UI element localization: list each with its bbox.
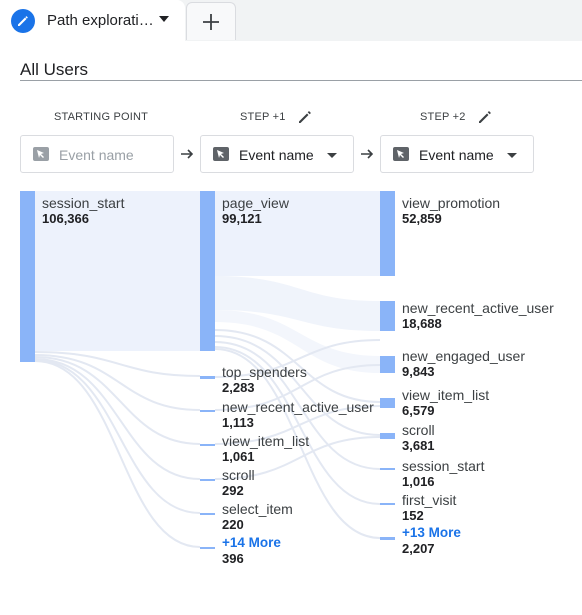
node-label: view_promotion (402, 195, 501, 211)
node-bar[interactable] (380, 468, 395, 470)
node-value: 18,688 (402, 316, 442, 331)
node-value: 9,843 (402, 364, 435, 379)
node-value: 3,681 (402, 438, 435, 453)
node-label: new_recent_active_user (222, 399, 374, 415)
node-value: 152 (402, 508, 424, 523)
node-value: 396 (222, 551, 244, 566)
node-bar[interactable] (200, 410, 215, 412)
node-value: 1,016 (402, 474, 435, 489)
node-value: 292 (222, 483, 244, 498)
node-label: scroll (402, 422, 435, 438)
node-bar[interactable] (380, 503, 395, 505)
node-label: view_item_list (222, 433, 310, 449)
node-bar[interactable] (20, 191, 35, 362)
node-value: 1,061 (222, 449, 255, 464)
node-value: 99,121 (222, 211, 262, 226)
node-bar[interactable] (380, 398, 395, 408)
node-bar[interactable] (200, 547, 215, 549)
node-bar[interactable] (380, 191, 395, 276)
node-value: 106,366 (42, 211, 89, 226)
node-label: top_spenders (222, 364, 307, 380)
node-value: 6,579 (402, 403, 435, 418)
node-label: page_view (222, 195, 289, 211)
node-label: view_item_list (402, 387, 490, 403)
node-label: session_start (402, 458, 485, 474)
node-bar[interactable] (200, 191, 215, 351)
node-value: 2,283 (222, 380, 255, 395)
node-label: first_visit (402, 492, 457, 508)
node-label: scroll (222, 467, 255, 483)
node-bar[interactable] (380, 356, 395, 373)
node-label: new_recent_active_user (402, 300, 554, 316)
node-bar[interactable] (200, 513, 215, 515)
node-label: select_item (222, 501, 293, 517)
node-label: session_start (42, 195, 125, 211)
node-bar[interactable] (380, 301, 395, 331)
more-link[interactable]: +14 More (222, 535, 281, 550)
node-bar[interactable] (380, 433, 395, 439)
node-bar[interactable] (200, 444, 215, 446)
node-value: 220 (222, 517, 244, 532)
node-value: 2,207 (402, 541, 435, 556)
node-label: new_engaged_user (402, 348, 525, 364)
node-bar[interactable] (380, 537, 395, 540)
node-value: 52,859 (402, 211, 442, 226)
node-bar[interactable] (200, 479, 215, 481)
node-bar[interactable] (200, 376, 215, 379)
node-value: 1,113 (222, 415, 254, 430)
more-link[interactable]: +13 More (402, 525, 461, 540)
